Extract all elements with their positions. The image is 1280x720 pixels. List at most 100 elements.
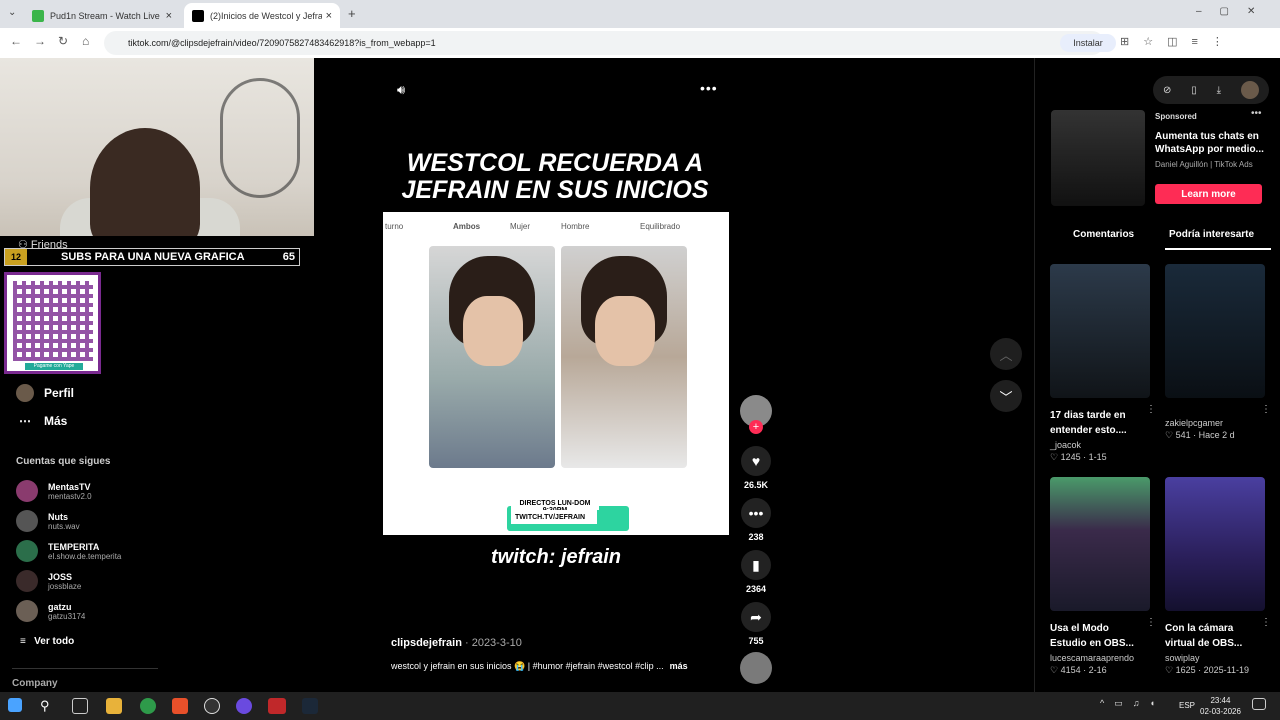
video-author[interactable]: clipsdejefrain · 2023-3-10 (391, 637, 522, 649)
tab-tiktok-video[interactable]: (2)Inicios de Westcol y Jefrain × (184, 3, 340, 28)
back-icon[interactable]: ← (10, 34, 22, 48)
app-icon[interactable] (236, 698, 252, 714)
card-options-icon[interactable]: ⋮ (1261, 404, 1271, 415)
ad-advertiser: Daniel Aguillón | TikTok Ads (1155, 160, 1253, 169)
video-thumbnail[interactable] (1050, 264, 1150, 398)
tiktok-favicon-icon (192, 9, 204, 22)
video-caption: westcol y jefrain en sus inicios 😭 | #hu… (391, 661, 688, 671)
video-thumbnail[interactable] (1050, 477, 1150, 611)
share-icon[interactable]: ➦ (741, 602, 771, 632)
following-item[interactable]: MentasTV mentastv2.0 (16, 480, 92, 502)
chrome-icon[interactable] (140, 698, 156, 714)
tab-suggested[interactable]: Podría interesarte (1169, 229, 1254, 240)
voicemeeter-icon[interactable] (268, 698, 286, 714)
like-action[interactable]: ♥ 26.5K (740, 446, 772, 490)
tab-pudin-stream[interactable]: Pud1n Stream - Watch Live on × (24, 3, 180, 28)
following-section-title: Cuentas que sigues (16, 456, 111, 467)
right-panel-tabs: Comentarios Podría interesarte (1035, 226, 1280, 250)
task-view-icon[interactable] (72, 698, 88, 714)
sidebar-item-more[interactable]: ⋯ Más (16, 414, 67, 428)
sidebar-divider (12, 668, 158, 669)
follow-plus-icon[interactable]: + (749, 420, 763, 434)
profile-avatar (16, 384, 34, 402)
card-options-icon[interactable]: ⋮ (1146, 404, 1156, 415)
ad-thumbnail[interactable] (1051, 110, 1145, 206)
close-tab-icon[interactable]: × (326, 10, 332, 22)
start-icon[interactable] (8, 698, 22, 712)
browser-tab-strip: ⌄ Pud1n Stream - Watch Live on × (2)Inic… (0, 0, 1280, 28)
video-headline: WESTCOL RECUERDA A JEFRAIN EN SUS INICIO… (401, 149, 709, 204)
card-options-icon[interactable]: ⋮ (1146, 617, 1156, 628)
learn-more-button[interactable]: Learn more (1155, 184, 1262, 204)
volume-icon[interactable]: 🔊︎ (397, 82, 405, 98)
avatar (16, 540, 38, 562)
download-icon[interactable]: ⤓ (1217, 85, 1221, 96)
install-app-button[interactable]: Instalar (1060, 34, 1116, 52)
sponsored-label: Sponsored (1155, 112, 1197, 121)
face (595, 296, 655, 366)
ad-options-icon[interactable]: ••• (1251, 108, 1262, 119)
ad-title[interactable]: Aumenta tus chats en WhatsApp por medio.… (1155, 130, 1267, 156)
tab-list-icon[interactable]: ⌄ (8, 7, 16, 18)
sub-goal-bar: 12 SUBS PARA UNA NUEVA GRAFICA 65 (4, 248, 300, 266)
brave-icon[interactable] (172, 698, 188, 714)
next-video-button[interactable]: ﹀ (990, 380, 1022, 412)
steam-icon[interactable] (302, 698, 318, 714)
search-icon[interactable]: ⚲ (40, 698, 56, 714)
active-tab-underline (1165, 248, 1271, 250)
forward-icon[interactable]: → (34, 34, 46, 48)
stream-schedule: DIRECTOS LUN-DOM 9:30PM (511, 500, 599, 514)
obs-icon[interactable] (204, 698, 220, 714)
close-tab-icon[interactable]: × (166, 10, 172, 22)
address-bar[interactable]: tiktok.com/@clipsdejefrain/video/7209075… (104, 31, 1104, 55)
video-subtitle: twitch: jefrain (490, 546, 621, 568)
company-link[interactable]: Company (12, 678, 58, 689)
following-item[interactable]: JOSS jossblaze (16, 570, 81, 592)
bookmark-icon[interactable]: ▮ (741, 550, 771, 580)
browser-extension-icons[interactable]: ⊞☆◫≡⋮ (1120, 35, 1237, 48)
following-item[interactable]: TEMPERITA el.show.de.temperita (16, 540, 121, 562)
notification-icon[interactable] (1252, 698, 1266, 710)
reload-icon[interactable]: ↻ (58, 34, 68, 48)
exercise-bike (220, 78, 300, 198)
share-action[interactable]: ➦ 755 (740, 602, 772, 646)
file-explorer-icon[interactable] (106, 698, 122, 714)
sidebar-item-profile[interactable]: Perfil (16, 384, 74, 402)
phone-icon[interactable]: ▯ (1191, 85, 1197, 96)
user-avatar[interactable] (1241, 81, 1259, 99)
compass-icon[interactable]: ⊘ (1163, 85, 1171, 96)
card-options-icon[interactable]: ⋮ (1261, 617, 1271, 628)
video-options-icon[interactable]: ••• (700, 80, 718, 96)
heart-icon[interactable]: ♥ (741, 446, 771, 476)
avatar (16, 480, 38, 502)
window-controls[interactable]: –▢✕ (1196, 6, 1273, 17)
new-tab-icon[interactable]: + (348, 6, 356, 21)
system-tray[interactable]: ^▭♫◖ (1100, 698, 1165, 709)
suggested-video-card[interactable]: Con la cámara virtual de OBS... sowiplay… (1165, 477, 1271, 676)
player-tools: ⊘ ▯ ⤓ (1153, 76, 1269, 104)
twitch-link-label: TWITCH.TV/JEFRAIN (511, 510, 597, 524)
comment-icon[interactable]: ••• (741, 498, 771, 528)
suggested-video-card[interactable]: zakielpcgamer ♡ 541 · Hace 2 d ⋮ (1165, 264, 1271, 441)
see-all-link[interactable]: ≡ Ver todo (20, 636, 74, 647)
following-item[interactable]: Nuts nuts.wav (16, 510, 80, 532)
windows-taskbar: ⚲ ^▭♫◖ ESP 23:44 02-03-2026 (0, 692, 1280, 720)
following-item[interactable]: gatzu gatzu3174 (16, 600, 85, 622)
more-link[interactable]: más (670, 661, 688, 671)
suggested-video-card[interactable]: 17 dias tarde en entender esto.... _joac… (1050, 264, 1156, 463)
browser-toolbar: ← → ↻ ⌂ tiktok.com/@clipsdejefrain/video… (0, 28, 1280, 58)
comment-action[interactable]: ••• 238 (740, 498, 772, 542)
save-action[interactable]: ▮ 2364 (740, 550, 772, 594)
tab-comments[interactable]: Comentarios (1073, 229, 1134, 240)
clock[interactable]: 23:44 02-03-2026 (1200, 695, 1241, 717)
avatar (16, 600, 38, 622)
suggested-video-card[interactable]: Usa el Modo Estudio en OBS... lucescamar… (1050, 477, 1156, 676)
qr-pattern (13, 281, 93, 361)
video-thumbnail[interactable] (1165, 477, 1265, 611)
video-thumbnail[interactable] (1165, 264, 1265, 398)
sound-avatar[interactable] (740, 652, 772, 684)
language-indicator[interactable]: ESP (1179, 701, 1195, 710)
previous-video-button[interactable]: ︿ (990, 338, 1022, 370)
home-icon[interactable]: ⌂ (82, 34, 89, 48)
video-frame[interactable]: turno Ambos Mujer Hombre Equilibrado DIR… (383, 212, 729, 535)
